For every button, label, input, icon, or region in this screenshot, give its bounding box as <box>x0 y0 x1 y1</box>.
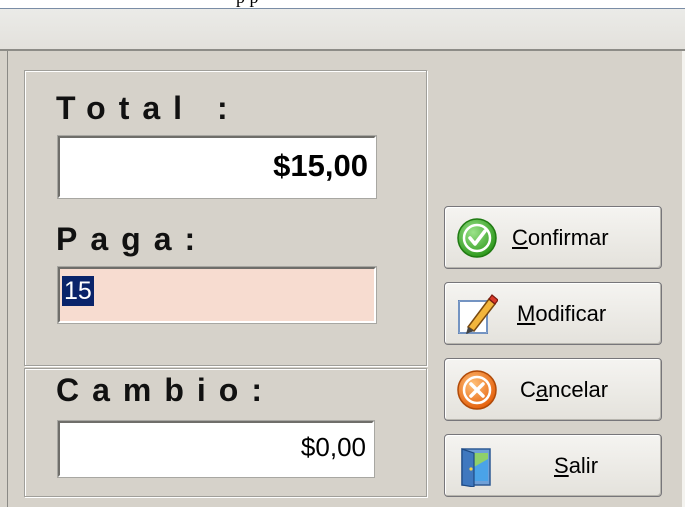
modify-button[interactable]: Modificar <box>444 282 662 345</box>
total-label: Total : <box>56 90 241 126</box>
exit-button-label: Salir <box>554 453 599 478</box>
modify-button-label: Modificar <box>517 301 607 326</box>
change-label: Cambio: <box>56 372 275 408</box>
cancel-circle-icon <box>456 369 498 411</box>
top-strip <box>0 0 685 9</box>
top-caption: p p <box>236 0 259 7</box>
paid-label: Paga: <box>56 221 209 257</box>
confirm-button[interactable]: Confirmar <box>444 206 662 269</box>
left-border <box>7 51 8 507</box>
exit-door-icon <box>456 445 498 488</box>
pencil-document-icon <box>456 293 499 335</box>
paid-input-selected-text: 15 <box>62 276 94 306</box>
paid-input[interactable]: 15 <box>57 266 377 324</box>
cancel-button-label: Cancelar <box>520 377 609 402</box>
total-field: $15,00 <box>57 135 377 199</box>
confirm-button-label: Confirmar <box>512 225 609 250</box>
exit-button[interactable]: Salir <box>444 434 662 497</box>
change-field: $0,00 <box>57 420 375 478</box>
check-circle-icon <box>456 217 498 259</box>
cancel-button[interactable]: Cancelar <box>444 358 662 421</box>
title-bar <box>0 9 685 51</box>
